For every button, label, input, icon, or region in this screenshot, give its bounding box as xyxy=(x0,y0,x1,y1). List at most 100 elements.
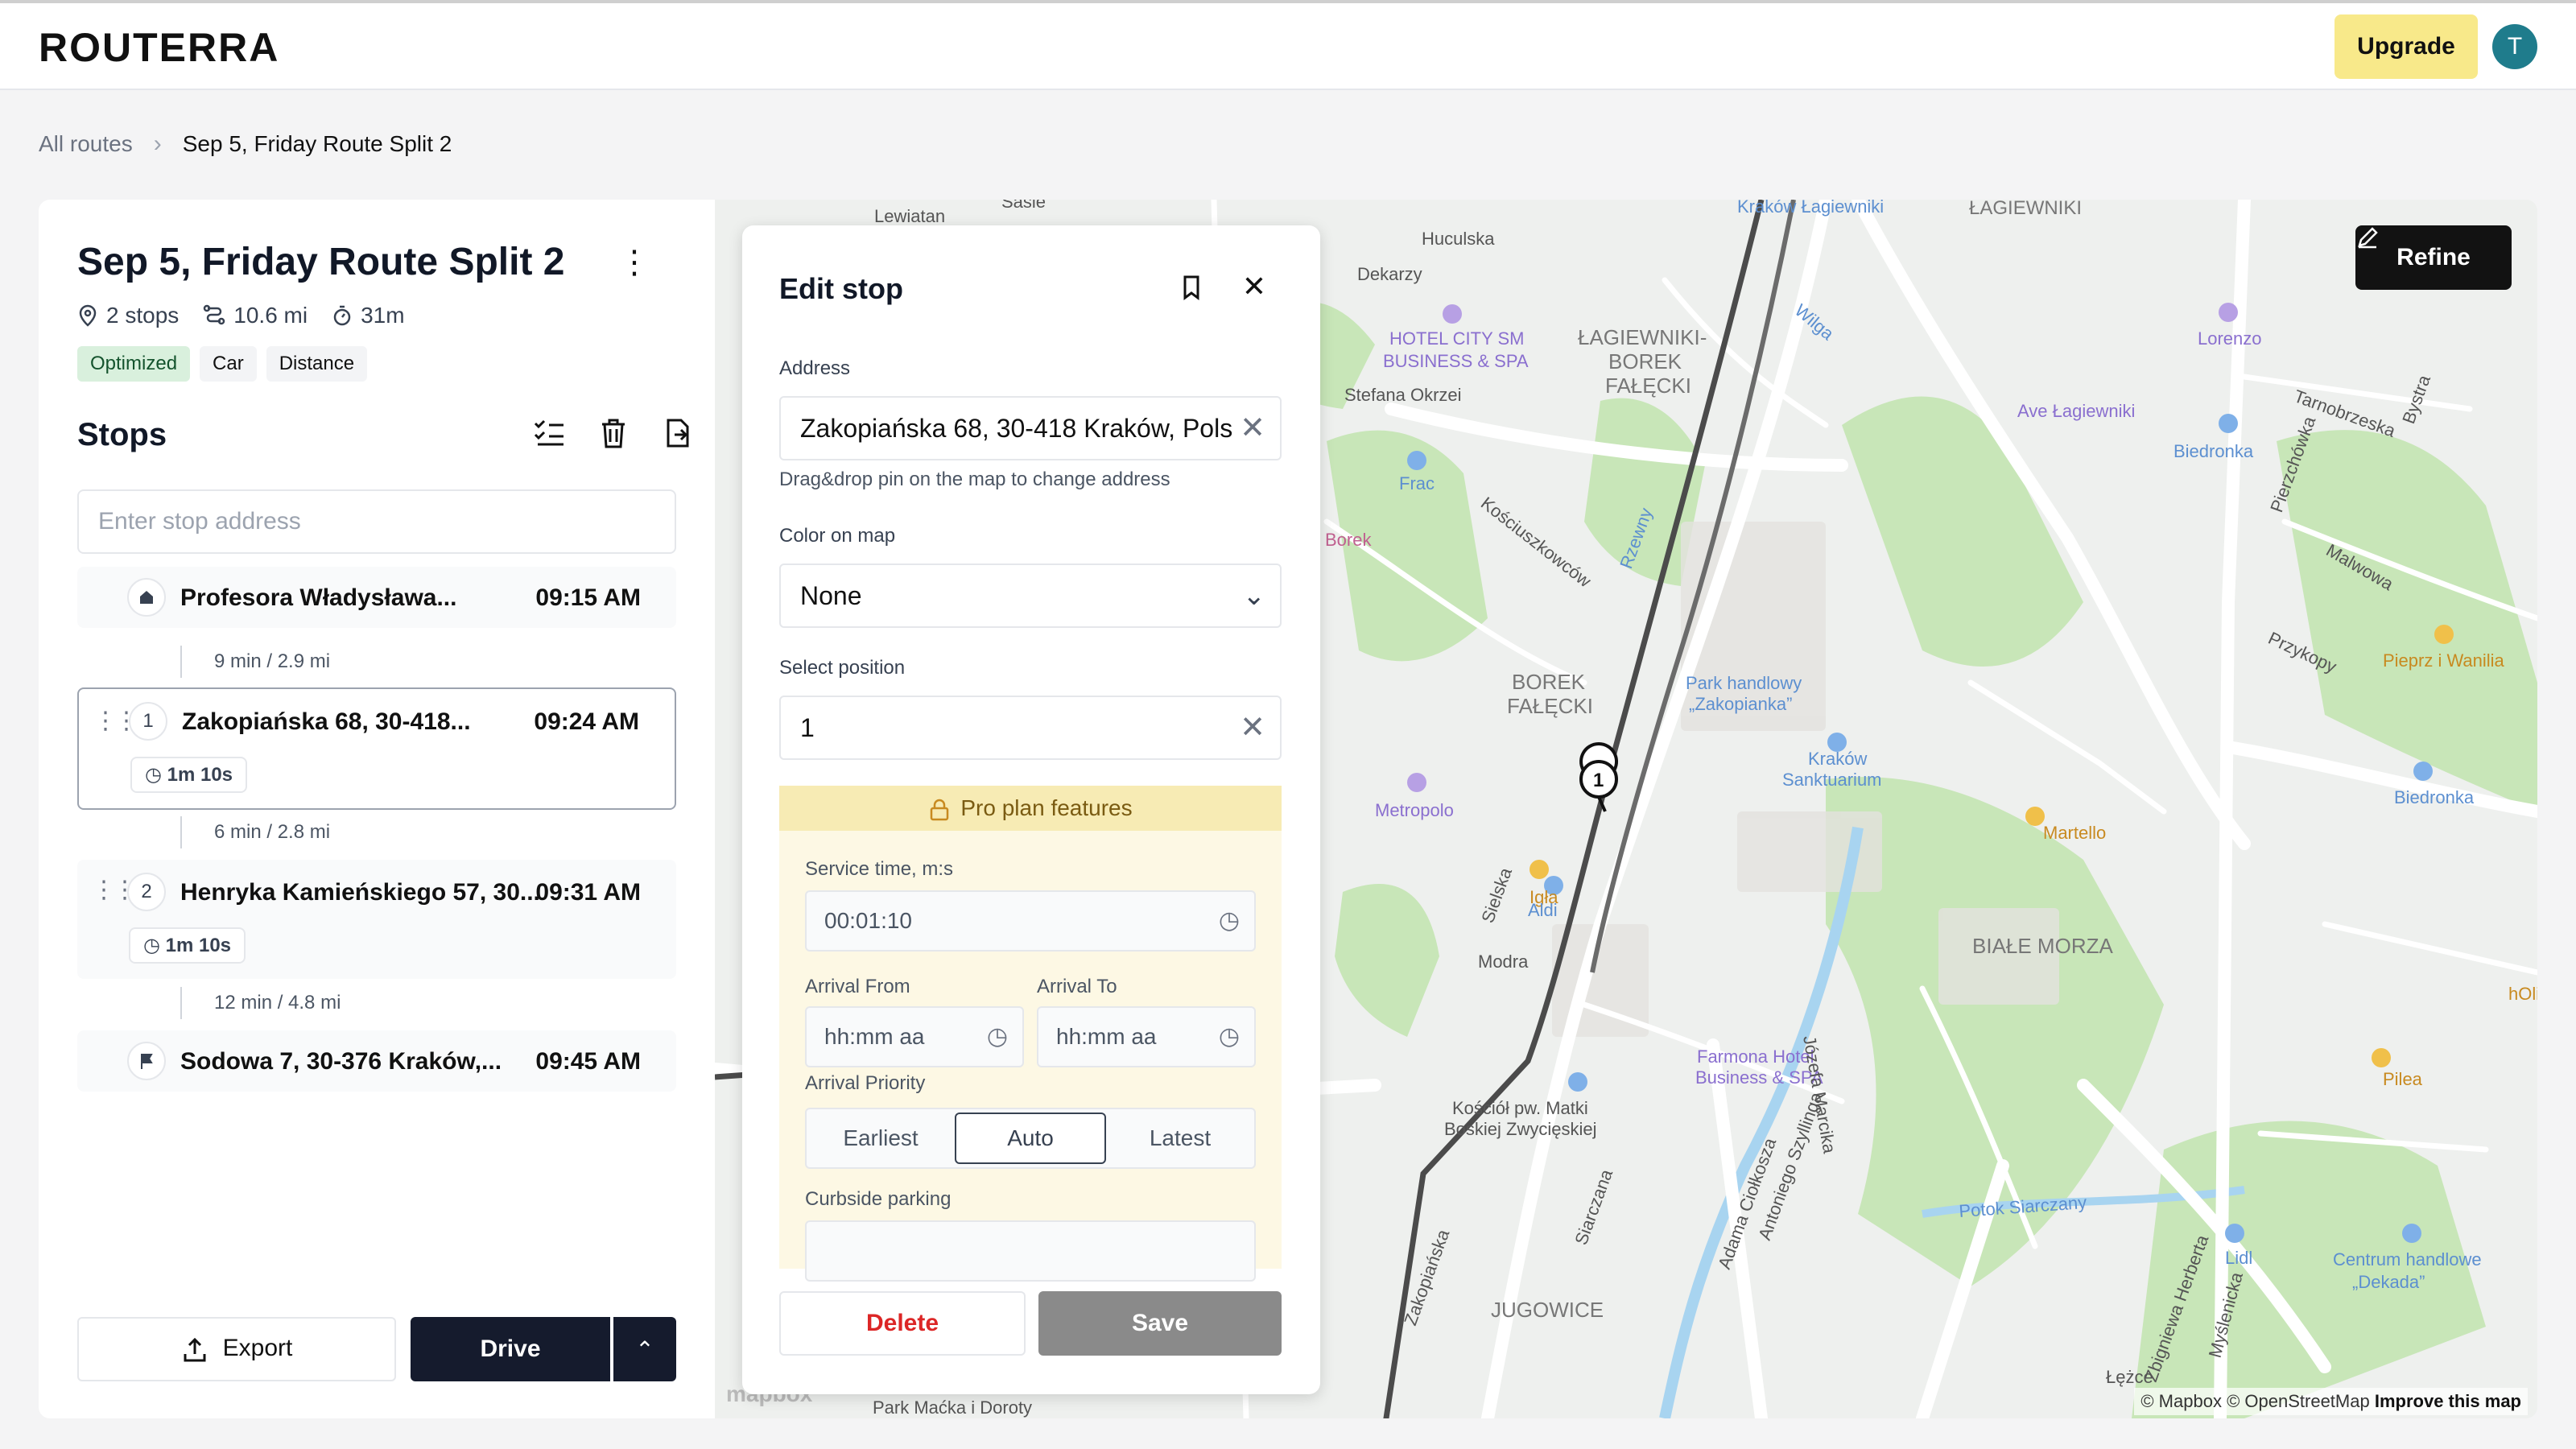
map-label: HOTEL CITY SM xyxy=(1389,328,1524,349)
improve-map-link[interactable]: Improve this map xyxy=(2375,1391,2521,1411)
upgrade-button[interactable]: Upgrade xyxy=(2334,14,2478,79)
arrival-from-placeholder: hh:mm aa xyxy=(824,1024,925,1049)
map-label: FAŁĘCKI xyxy=(1507,694,1593,718)
checklist-icon[interactable] xyxy=(530,415,568,454)
map-label: Borek xyxy=(1325,530,1372,550)
service-time-label: Service time, m:s xyxy=(805,858,954,880)
arrival-from-input[interactable]: hh:mm aa ◷ xyxy=(805,1006,1024,1067)
map-label: Huculska xyxy=(1422,229,1495,249)
pin-icon xyxy=(79,304,97,327)
map-label: Modra xyxy=(1478,952,1529,972)
arrival-priority-label: Arrival Priority xyxy=(805,1072,926,1094)
arrival-to-input[interactable]: hh:mm aa ◷ xyxy=(1037,1006,1256,1067)
map-label: Biedronka xyxy=(2394,787,2475,807)
position-value: 1 xyxy=(800,713,815,742)
map-label: hOli xyxy=(2508,984,2537,1004)
color-label: Color on map xyxy=(779,525,896,547)
priority-auto[interactable]: Auto xyxy=(955,1113,1106,1164)
map-label: Farmona Hotel xyxy=(1697,1046,1814,1067)
map-attribution: © Mapbox © OpenStreetMap Improve this ma… xyxy=(2134,1388,2528,1415)
segment-info: 12 min / 4.8 mi xyxy=(180,987,341,1019)
close-icon[interactable]: ✕ xyxy=(1235,267,1274,306)
refine-button[interactable]: Refine xyxy=(2355,225,2512,290)
clear-icon[interactable]: ✕ xyxy=(1233,398,1265,459)
route-duration-label: 31m xyxy=(361,303,405,328)
map-label: „Zakopianka” xyxy=(1689,694,1792,714)
map-label: Sasie xyxy=(1001,200,1046,212)
tag-distance: Distance xyxy=(266,346,368,382)
import-icon[interactable] xyxy=(658,415,697,454)
service-time-badge: ◷ 1m 10s xyxy=(130,757,248,793)
service-time-badge: ◷ 1m 10s xyxy=(129,927,246,964)
stop-row-start[interactable]: Profesora Władysława... 09:15 AM xyxy=(77,567,676,628)
timer-icon xyxy=(333,305,351,326)
curbside-parking-label: Curbside parking xyxy=(805,1188,952,1210)
map-label: Pilea xyxy=(2383,1069,2423,1089)
drive-button[interactable]: Drive xyxy=(411,1317,610,1381)
map-label: Lidl xyxy=(2225,1248,2252,1268)
save-button[interactable]: Save xyxy=(1038,1291,1282,1356)
route-panel: Sep 5, Friday Route Split 2 ⋮ 2 stops 10… xyxy=(39,200,715,1418)
color-select[interactable]: None ⌄ xyxy=(779,564,1282,628)
service-time-input[interactable]: 00:01:10 ◷ xyxy=(805,890,1256,952)
trash-icon[interactable] xyxy=(594,415,633,454)
map-label: FAŁĘCKI xyxy=(1605,374,1691,398)
app-logo[interactable]: ROUTERRA xyxy=(39,24,279,71)
route-pin-label[interactable]: 1 xyxy=(1593,770,1604,791)
tag-car: Car xyxy=(200,346,257,382)
service-time-value: 00:01:10 xyxy=(824,908,912,933)
map-label: Pieprz i Wanilia xyxy=(2383,650,2505,671)
map-label: Dekarzy xyxy=(1357,264,1422,284)
clock-icon: ◷ xyxy=(1218,907,1240,934)
address-input[interactable]: Zakopiańska 68, 30-418 Kraków, Polska ✕ xyxy=(779,396,1282,460)
stop-address-input[interactable] xyxy=(77,489,676,554)
stops-heading: Stops xyxy=(77,417,167,452)
more-options-icon[interactable]: ⋮ xyxy=(618,246,650,287)
attribution-mapbox[interactable]: © Mapbox xyxy=(2140,1391,2222,1411)
map-label: Siarczana xyxy=(1571,1166,1616,1248)
flag-icon xyxy=(127,1042,166,1080)
map-label: ŁAGIEWNIKI xyxy=(1969,200,2082,219)
clear-icon[interactable]: ✕ xyxy=(1240,697,1265,758)
map-label: Park Maćka i Doroty xyxy=(873,1397,1032,1418)
map-label: Centrum handlowe xyxy=(2333,1249,2482,1269)
position-select[interactable]: 1 ✕ xyxy=(779,696,1282,760)
chevron-up-icon[interactable]: ⌃ xyxy=(613,1317,676,1381)
map-label: Ave Łagiewniki xyxy=(2017,401,2135,421)
stop-time: 09:31 AM xyxy=(535,879,641,906)
arrival-from-label: Arrival From xyxy=(805,976,910,997)
stop-row-end[interactable]: Sodowa 7, 30-376 Kraków,... 09:45 AM xyxy=(77,1030,676,1092)
stop-name: Henryka Kamieńskiego 57, 30... xyxy=(180,879,540,906)
priority-latest[interactable]: Latest xyxy=(1106,1109,1254,1167)
map-label: „Dekada” xyxy=(2352,1272,2425,1292)
attribution-osm[interactable]: © OpenStreetMap xyxy=(2227,1391,2370,1411)
map-label: Sielska xyxy=(1477,865,1516,926)
home-icon xyxy=(127,578,166,617)
stop-time: 09:24 AM xyxy=(534,708,639,735)
stop-row-2[interactable]: ⋮⋮ 2 Henryka Kamieńskiego 57, 30... 09:3… xyxy=(77,860,676,979)
breadcrumb-all-routes[interactable]: All routes xyxy=(39,131,133,157)
bookmark-icon[interactable] xyxy=(1172,267,1211,306)
route-distance: 10.6 mi xyxy=(203,303,308,328)
avatar[interactable]: T xyxy=(2492,24,2537,69)
map-label: Aldi xyxy=(1528,900,1558,920)
map-label: Kraków Łagiewniki xyxy=(1737,200,1884,217)
map-label: Lorenzo xyxy=(2198,328,2262,349)
map-label: Stefana Okrzei xyxy=(1344,385,1462,405)
map-label: Sanktuarium xyxy=(1782,770,1882,790)
priority-earliest[interactable]: Earliest xyxy=(807,1109,955,1167)
stop-row-1[interactable]: ⋮⋮ 1 Zakopiańska 68, 30-418... 09:24 AM … xyxy=(77,687,676,810)
curbside-parking-control[interactable] xyxy=(805,1220,1256,1282)
map-label: Lewiatan xyxy=(874,206,945,226)
map-label: BOREK xyxy=(1512,670,1586,694)
color-value: None xyxy=(800,581,862,610)
segment-info: 6 min / 2.8 mi xyxy=(180,816,330,848)
tag-optimized: Optimized xyxy=(77,346,191,382)
map-label: Łężce xyxy=(2106,1367,2153,1387)
stop-time: 09:45 AM xyxy=(535,1048,641,1075)
map-label: Kościuszkowców xyxy=(1477,493,1596,591)
edit-stop-dialog: Edit stop ✕ Address Zakopiańska 68, 30-4… xyxy=(742,225,1320,1394)
arrival-priority-control: Earliest Auto Latest xyxy=(805,1108,1256,1169)
delete-button[interactable]: Delete xyxy=(779,1291,1026,1356)
export-button[interactable]: Export xyxy=(77,1317,396,1381)
